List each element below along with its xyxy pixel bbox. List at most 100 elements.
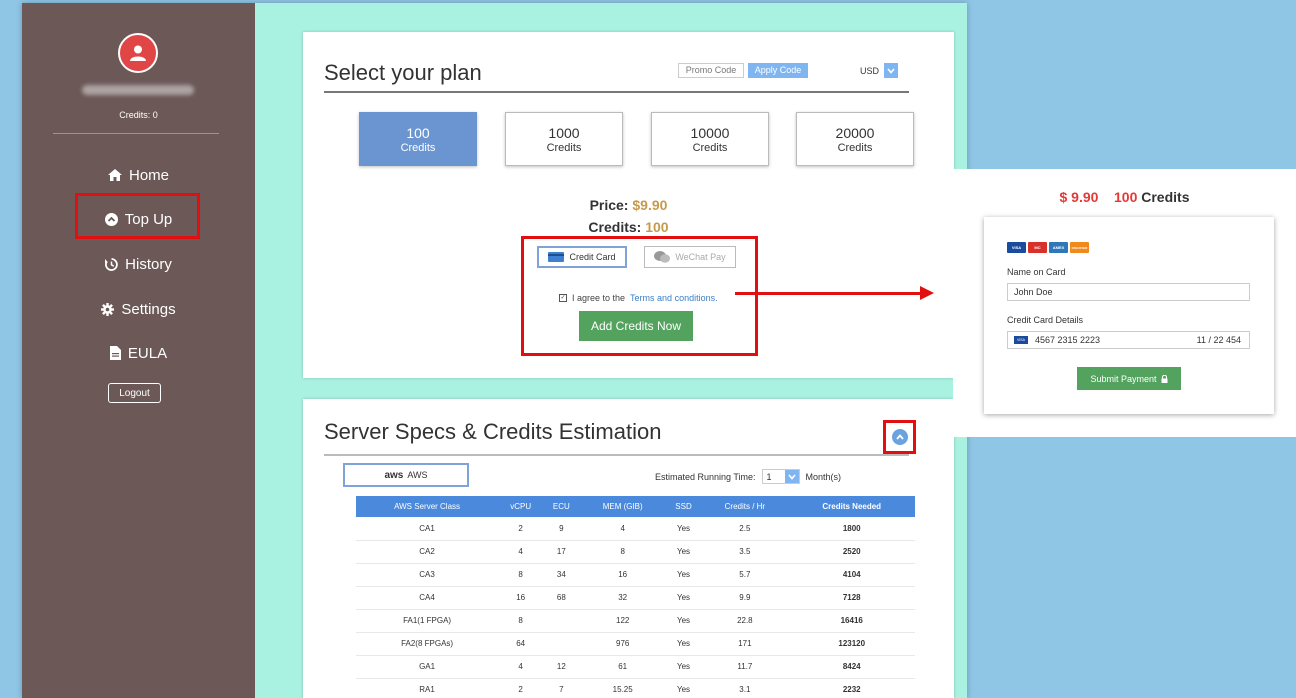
sidebar-item-label: EULA	[127, 344, 168, 362]
plan-option-1000[interactable]: 1000 Credits	[505, 112, 623, 166]
plan-option-10000[interactable]: 10000 Credits	[651, 112, 769, 166]
table-cell: 34	[543, 563, 580, 587]
server-specs-table: AWS Server Class vCPU ECU MEM (GIB) SSD …	[356, 496, 915, 698]
accepted-cards: VISA MC AMEX DISCOVER	[1007, 242, 1089, 253]
avatar[interactable]	[118, 33, 158, 73]
amex-icon: AMEX	[1049, 242, 1068, 253]
table-cell: 8	[579, 540, 666, 564]
credit-card-button[interactable]: Credit Card	[537, 246, 627, 268]
table-cell: 2	[498, 678, 544, 698]
table-cell: 2.5	[701, 517, 789, 541]
table-header-row: AWS Server Class vCPU ECU MEM (GIB) SSD …	[356, 496, 915, 517]
table-cell: 122	[579, 609, 666, 633]
table-row: GA1 4 12 61 Yes 11.7 8424	[356, 655, 915, 679]
sidebar-divider	[53, 133, 219, 134]
table-cell: 3.5	[701, 540, 789, 564]
column-header: vCPU	[498, 496, 544, 517]
user-icon	[130, 45, 146, 61]
table-cell: RA1	[356, 678, 499, 698]
table-cell: 2232	[788, 678, 915, 698]
payment-zoom-callout: $ 9.90 100 Credits VISA MC AMEX DISCOVER…	[953, 169, 1296, 437]
name-on-card-value: John Doe	[1014, 287, 1053, 297]
provider-aws-button[interactable]: aws AWS	[343, 463, 469, 487]
add-credits-button[interactable]: Add Credits Now	[579, 311, 693, 341]
wechat-pay-button[interactable]: WeChat Pay	[644, 246, 736, 268]
running-time-select[interactable]: 1	[761, 469, 800, 484]
chevron-down-icon	[884, 63, 899, 78]
table-cell: 17	[543, 540, 580, 564]
arrow-right-icon	[920, 286, 934, 300]
table-cell: CA4	[356, 586, 499, 610]
discover-icon: DISCOVER	[1070, 242, 1089, 253]
chevron-down-icon	[784, 470, 799, 483]
table-cell: 61	[579, 655, 666, 679]
sidebar-item-home[interactable]: Home	[22, 162, 255, 188]
card-expiry-cvc-value: 11 / 22 454	[1196, 335, 1241, 345]
price-label: Price:	[589, 197, 629, 213]
table-cell: 8	[498, 609, 544, 633]
sidebar: Credits: 0 Home Top Up History Settings …	[22, 3, 255, 698]
apply-code-button[interactable]: Apply Code	[748, 63, 808, 78]
terms-agreement: ✓ I agree to the Terms and conditions.	[559, 293, 718, 303]
table-cell: 11.7	[701, 655, 789, 679]
table-row: CA1 2 9 4 Yes 2.5 1800	[356, 517, 915, 541]
name-on-card-input[interactable]: John Doe	[1007, 283, 1250, 301]
callout-title: $ 9.90 100 Credits	[953, 189, 1296, 205]
plan-unit: Credits	[837, 142, 873, 154]
column-header: MEM (GIB)	[579, 496, 666, 517]
sidebar-item-eula[interactable]: EULA	[22, 340, 255, 366]
credits-label: Credits:	[588, 219, 642, 235]
card-details-input[interactable]: VISA 4567 2315 2223 11 / 22 454	[1007, 331, 1250, 349]
table-cell: Yes	[665, 563, 702, 587]
name-on-card-label: Name on Card	[1007, 267, 1066, 277]
credits-balance: Credits: 0	[119, 110, 158, 120]
table-cell: 171	[701, 632, 789, 656]
credits-summary: Credits: 100	[303, 219, 954, 235]
logout-button[interactable]: Logout	[108, 383, 161, 403]
table-row: CA3 8 34 16 Yes 5.7 4104	[356, 563, 915, 587]
table-cell: Yes	[665, 540, 702, 564]
sidebar-item-label: Settings	[121, 300, 176, 318]
highlight-box-top-up	[75, 193, 200, 239]
table-cell: Yes	[665, 655, 702, 679]
file-icon	[109, 346, 121, 360]
plan-unit: Credits	[400, 142, 436, 154]
table-cell: 64	[498, 632, 544, 656]
table-cell: 5.7	[701, 563, 789, 587]
terms-link[interactable]: Terms and conditions.	[630, 293, 718, 303]
table-cell: 4104	[788, 563, 915, 587]
wechat-label: WeChat Pay	[675, 252, 726, 262]
table-cell: Yes	[665, 586, 702, 610]
currency-select[interactable]: USD	[860, 63, 904, 78]
table-cell: 9.9	[701, 586, 789, 610]
running-time-control: Estimated Running Time: 1 Month(s)	[655, 469, 841, 484]
payment-form: VISA MC AMEX DISCOVER Name on Card John …	[984, 217, 1274, 414]
sidebar-item-settings[interactable]: Settings	[22, 296, 255, 322]
column-header: Credits Needed	[788, 496, 915, 517]
table-cell: 16	[498, 586, 544, 610]
price-value: $9.90	[632, 197, 668, 213]
running-time-label: Estimated Running Time:	[655, 471, 756, 482]
table-cell: 68	[543, 586, 580, 610]
provider-label: AWS	[407, 470, 428, 480]
callout-credits-number: 100	[1114, 189, 1138, 205]
table-cell	[543, 632, 580, 656]
submit-payment-button[interactable]: Submit Payment	[1077, 367, 1181, 390]
sidebar-item-history[interactable]: History	[22, 251, 255, 277]
history-icon	[105, 257, 118, 271]
table-cell: 4	[498, 655, 544, 679]
plan-option-100[interactable]: 100 Credits	[359, 112, 477, 166]
table-row: CA4 16 68 32 Yes 9.9 7128	[356, 586, 915, 610]
sidebar-item-label: Home	[128, 166, 169, 184]
plan-amount: 1000	[548, 125, 580, 141]
table-cell: CA2	[356, 540, 499, 564]
promo-code-input[interactable]: Promo Code	[678, 63, 744, 78]
specs-title: Server Specs & Credits Estimation	[324, 419, 662, 444]
plan-option-20000[interactable]: 20000 Credits	[796, 112, 914, 166]
callout-price: $ 9.90	[1059, 189, 1099, 205]
table-cell: 16	[579, 563, 666, 587]
credits-value: 100	[645, 219, 669, 235]
agree-checkbox[interactable]: ✓	[559, 294, 567, 302]
table-cell: 1800	[788, 517, 915, 541]
collapse-button[interactable]	[891, 429, 908, 445]
